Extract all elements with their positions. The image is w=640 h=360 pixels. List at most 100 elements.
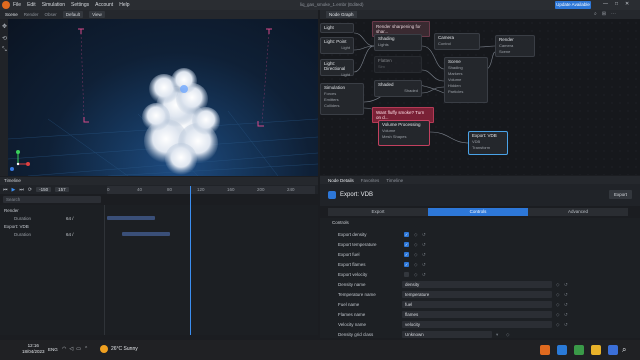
temperature-name-field[interactable]: temperature — [402, 291, 552, 298]
export-button[interactable]: Export — [609, 190, 632, 199]
section-controls[interactable]: Controls — [332, 220, 349, 225]
track-export-vdb[interactable]: Export: VDB — [4, 224, 29, 229]
reset-icon[interactable]: ↺ — [564, 292, 568, 298]
view-dropdown[interactable]: View — [89, 11, 105, 18]
node-shading[interactable]: Shading Lights — [374, 34, 422, 51]
reset-icon[interactable]: ↺ — [564, 312, 568, 318]
search-icon[interactable]: ⌕ — [622, 345, 626, 355]
node-scene[interactable]: Scene Shading Markers Volume Hidden Part… — [444, 57, 488, 103]
export-duration-bar[interactable] — [122, 232, 170, 236]
windows-start-icon[interactable] — [608, 345, 618, 355]
rotate-icon[interactable]: ⟲ — [2, 35, 7, 42]
key-icon[interactable]: ◇ — [414, 242, 417, 248]
tab-render[interactable]: Render — [24, 12, 39, 17]
reset-icon[interactable]: ↺ — [422, 252, 426, 258]
menu-account[interactable]: Account — [95, 2, 113, 8]
go-end-icon[interactable]: ⏭ — [19, 187, 24, 193]
reset-icon[interactable]: ↺ — [564, 302, 568, 308]
checkbox-export-flames[interactable]: ✓ — [404, 262, 409, 267]
subtab-advanced[interactable]: Advanced — [528, 208, 628, 216]
checkbox-export-fuel[interactable]: ✓ — [404, 252, 409, 257]
port-shaded-out[interactable]: Shaded — [375, 88, 421, 94]
axis-gizmo[interactable] — [10, 150, 30, 171]
weather-widget[interactable]: 26°C Sunny — [100, 345, 138, 353]
port-particles[interactable]: Particles — [445, 89, 487, 95]
flames-name-field[interactable]: flames — [402, 311, 552, 318]
reset-icon[interactable]: ↺ — [422, 242, 426, 248]
frame-start-field[interactable]: -150 — [36, 187, 52, 192]
port-sim[interactable]: Sim — [375, 64, 421, 70]
port-transform[interactable]: Transform — [469, 145, 507, 151]
track-render[interactable]: Render — [4, 208, 19, 213]
node-export-vdb[interactable]: Export: VDB VDB Transform — [468, 131, 508, 155]
node-render[interactable]: Render Camera Scene — [495, 35, 535, 57]
node-shaded[interactable]: Shaded Shaded — [374, 80, 422, 97]
key-icon[interactable]: ◇ — [506, 332, 509, 338]
node-light-point[interactable]: Light: Point Light — [320, 37, 354, 54]
key-icon[interactable]: ◇ — [556, 282, 559, 288]
node-simulation[interactable]: Simulation Forces Emitters Colliders — [320, 83, 364, 115]
playhead[interactable] — [190, 186, 191, 335]
edge-app-icon[interactable] — [557, 345, 567, 355]
key-icon[interactable]: ◇ — [414, 272, 417, 278]
port-light-out[interactable]: Light — [321, 45, 353, 51]
play-icon[interactable]: ▶ — [12, 187, 16, 193]
node-light[interactable]: Light — [320, 23, 354, 33]
checkbox-export-velocity[interactable] — [404, 272, 409, 277]
chevron-up-icon[interactable]: ⌃ — [84, 346, 88, 352]
embergen-app-icon[interactable] — [540, 345, 550, 355]
port-control[interactable]: Control — [435, 41, 479, 47]
volume-icon[interactable]: ◁ — [69, 346, 73, 352]
tab-favorites[interactable]: Favorites — [361, 178, 380, 183]
key-icon[interactable]: ◇ — [556, 312, 559, 318]
velocity-name-field[interactable]: velocity — [402, 321, 552, 328]
loop-icon[interactable]: ⟳ — [28, 187, 32, 193]
maximize-icon[interactable]: □ — [615, 1, 618, 7]
grid-icon[interactable]: ⊞ — [602, 11, 606, 17]
key-icon[interactable]: ◇ — [414, 232, 417, 238]
wifi-icon[interactable]: ◠ — [62, 346, 66, 352]
timeline-search-input[interactable]: Search — [3, 196, 101, 203]
reset-icon[interactable]: ↺ — [422, 232, 426, 238]
chrome-app-icon[interactable] — [574, 345, 584, 355]
language-indicator[interactable]: ENG — [48, 347, 58, 352]
track-export-value[interactable]: 64 / — [66, 232, 74, 237]
minimize-icon[interactable]: — — [603, 1, 608, 7]
battery-icon[interactable]: ▭ — [76, 346, 81, 352]
port-mesh-shapes[interactable]: Mesh Shapes — [379, 134, 429, 140]
port-colliders[interactable]: Colliders — [321, 103, 363, 109]
tab-timeline[interactable]: Timeline — [386, 178, 403, 183]
subtab-export[interactable]: Export — [328, 208, 428, 216]
reset-icon[interactable]: ↺ — [564, 322, 568, 328]
menu-file[interactable]: File — [13, 2, 21, 8]
density-grid-class-select[interactable]: Unknown — [402, 331, 492, 338]
node-graph-canvas[interactable]: Light Light: Point Light Light: Directio… — [320, 19, 640, 175]
reset-icon[interactable]: ↺ — [422, 262, 426, 268]
key-icon[interactable]: ◇ — [556, 302, 559, 308]
more-icon[interactable]: ⋯ — [611, 11, 616, 17]
frame-current-field[interactable]: 157 — [55, 187, 69, 192]
key-icon[interactable]: ◇ — [414, 262, 417, 268]
menu-edit[interactable]: Edit — [27, 2, 36, 8]
menu-simulation[interactable]: Simulation — [42, 2, 65, 8]
reset-icon[interactable]: ↺ — [422, 272, 426, 278]
subtab-controls[interactable]: Controls — [428, 208, 528, 216]
node-camera[interactable]: Camera Control — [434, 33, 480, 50]
port-scene[interactable]: Scene — [496, 49, 534, 55]
port-lights[interactable]: Lights — [375, 42, 421, 48]
checkbox-export-temperature[interactable]: ✓ — [404, 242, 409, 247]
move-icon[interactable]: ✥ — [2, 23, 7, 30]
menu-settings[interactable]: Settings — [71, 2, 89, 8]
explorer-app-icon[interactable] — [591, 345, 601, 355]
update-available-button[interactable]: Update Available — [555, 1, 591, 9]
chevron-down-icon[interactable]: ▾ — [496, 332, 498, 338]
tab-obser[interactable]: Obser — [45, 12, 57, 17]
taskbar-clock[interactable]: 12:16 18/04/2023 — [22, 343, 45, 355]
tab-node-details[interactable]: Node Details — [328, 178, 354, 183]
key-icon[interactable]: ◇ — [556, 322, 559, 328]
key-icon[interactable]: ◇ — [414, 252, 417, 258]
density-name-field[interactable]: density — [402, 281, 552, 288]
search-icon[interactable]: ⌕ — [594, 11, 597, 17]
node-volume-processing[interactable]: Volume Processing Volume Mesh Shapes — [378, 120, 430, 146]
view-mode-dropdown[interactable]: Default — [62, 11, 84, 18]
